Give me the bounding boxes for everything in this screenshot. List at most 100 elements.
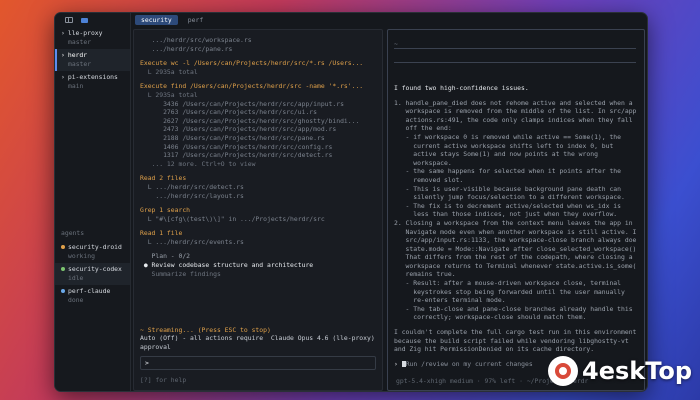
transcript-line: I couldn't complete the full cargo test … xyxy=(394,328,636,337)
workspace-chevron-icon: › xyxy=(61,73,65,82)
transcript-line: less than those indices, not just when t… xyxy=(394,210,618,219)
transcript-line: That differs from the rest of the codepa… xyxy=(394,253,633,262)
left-transcript: .../herdr/src/workspace.rs .../herdr/src… xyxy=(140,36,378,278)
transcript-line: L .../herdr/src/events.rs xyxy=(140,237,244,246)
transcript-line: Execute wc -l /Users/can/Projects/herdr/… xyxy=(140,59,364,68)
prompt-input[interactable]: > xyxy=(140,356,376,370)
transcript-line: workspace. xyxy=(394,158,452,167)
transcript-line: I found two high-confidence issues. xyxy=(394,84,529,92)
transcript-line: Plan - 0/2 xyxy=(140,252,191,261)
transcript-line: Grep 1 search xyxy=(140,206,191,215)
transcript-line: .../herdr/src/workspace.rs xyxy=(140,36,252,44)
workspace-name: pi-extensions xyxy=(67,73,118,82)
workspace-item-herdr[interactable]: › herdr master xyxy=(55,49,130,72)
right-pane-divider-2 xyxy=(394,62,636,63)
transcript-line: and Zig hit PermissionDenied on its cach… xyxy=(394,345,595,354)
transcript-line: - if workspace 0 is removed while active… xyxy=(394,132,622,141)
transcript-line: - the same happens for selected when it … xyxy=(394,167,622,176)
watermark-icon xyxy=(548,356,578,386)
tab-perf[interactable]: perf xyxy=(182,15,209,25)
transcript-line: - This is user-visible because backgroun… xyxy=(394,184,622,193)
codex-input-text: Run /review on my current changes xyxy=(405,360,533,368)
transcript-line: actions.rs:491, the code only clamps ind… xyxy=(394,115,633,124)
transcript-line: 2. Closing a workspace from the context … xyxy=(394,218,633,227)
agent-status: working xyxy=(68,251,95,260)
transcript-line: - The tab-close and pane-close branches … xyxy=(394,304,633,313)
app-window: › lle-proxy master › herdr master › pi-exte… xyxy=(54,12,648,392)
status-dot-icon xyxy=(61,245,65,249)
status-dot-icon xyxy=(61,289,65,294)
watermark-text: 4eskTop xyxy=(582,356,693,385)
transcript-line: Execute find /Users/can/Projects/herdr/s… xyxy=(140,82,364,91)
agents-heading: agents xyxy=(61,229,85,237)
folder-icon[interactable] xyxy=(81,17,88,23)
workspace-item-lle-proxy[interactable]: › lle-proxy master xyxy=(55,27,130,49)
workspace-branch: master xyxy=(68,37,92,46)
transcript-line: correctly; workspace-close should match … xyxy=(394,313,587,322)
agent-name: perf-claude xyxy=(68,287,111,296)
transcript-line: 3436 /Users/can/Projects/herdr/src/app/i… xyxy=(140,99,344,108)
transcript-line: - Result: after a mouse-driven workspace… xyxy=(394,279,622,288)
transcript-line: Read 1 file xyxy=(140,229,183,238)
transcript-line: workspace is removed from the middle of … xyxy=(394,107,636,116)
agent-item-perf-claude[interactable]: perf-claude done xyxy=(55,285,130,307)
workspace-item-pi-extensions[interactable]: › pi-extensions main xyxy=(55,71,130,93)
transcript-line: 2763 /Users/can/Projects/herdr/src/ui.rs xyxy=(140,108,317,117)
mode-status: Auto (Off) - all actions require Claude … xyxy=(140,334,378,351)
transcript-line: silently jump focus/selection to a diffe… xyxy=(394,193,625,202)
right-transcript: I found two high-confidence issues. 1. ha… xyxy=(394,84,636,354)
mode-line: Auto (Off) - all actions require Claude … xyxy=(140,334,378,342)
left-terminal-pane[interactable]: .../herdr/src/workspace.rs .../herdr/src… xyxy=(133,29,383,391)
transcript-line: L 2935a total xyxy=(140,67,198,76)
transcript-line: keystrokes stop being forwarded until th… xyxy=(394,287,625,296)
transcript-line: current active workspace shifts left to … xyxy=(394,141,614,150)
input-prompt-icon: › xyxy=(394,360,402,368)
agent-status: done xyxy=(68,295,84,304)
mode-line-2: approval xyxy=(140,342,171,351)
agent-item-security-codex[interactable]: security-codex idle xyxy=(55,263,130,286)
agent-status: idle xyxy=(68,273,84,282)
transcript-line: workspace returns to Terminal whenever s… xyxy=(394,261,636,270)
transcript-line: 1317 /Users/can/Projects/herdr/src/detec… xyxy=(140,151,333,160)
agent-item-security-droid[interactable]: security-droid working xyxy=(55,241,130,263)
watermark-logo: 4eskTop xyxy=(548,356,692,386)
tab-bar: security perf xyxy=(131,13,647,27)
workspace-branch: main xyxy=(68,81,84,90)
agent-name: security-droid xyxy=(68,243,122,251)
sidebar: › lle-proxy master › herdr master › pi-exte… xyxy=(55,13,131,391)
status-dot-icon xyxy=(61,267,65,272)
transcript-line: L 2935a total xyxy=(140,90,198,99)
prompt-caret: > xyxy=(145,359,149,367)
agent-name: security-codex xyxy=(68,265,122,274)
transcript-line: off the end: xyxy=(394,124,452,133)
transcript-line: 1406 /Users/can/Projects/herdr/src/confi… xyxy=(140,142,333,151)
transcript-line: Read 2 files xyxy=(140,174,187,183)
transcript-line: removed slot. xyxy=(394,175,464,184)
transcript-line: Summarize findings xyxy=(140,269,221,278)
transcript-line: 2188 /Users/can/Projects/herdr/src/pane.… xyxy=(140,133,325,142)
transcript-line: 1. handle_pane_died does not rehome acti… xyxy=(394,98,633,107)
transcript-line: .../herdr/src/pane.rs xyxy=(140,44,233,53)
right-terminal-pane[interactable]: ~ I found two high-confidence issues. 1. … xyxy=(387,29,645,391)
transcript-line: remains true. xyxy=(394,270,456,279)
transcript-line: src/app/input.rs:1133, the workspace-clo… xyxy=(394,236,636,245)
agents-list: security-droid working security-codex id… xyxy=(55,241,130,308)
transcript-line: L "#\[cfg\(test\)\]" in .../Projects/her… xyxy=(140,214,325,223)
transcript-line: Navigate mode even when another workspac… xyxy=(394,227,636,236)
transcript-line: - The fix is to decrement active/selecte… xyxy=(394,201,622,210)
tab-security[interactable]: security xyxy=(135,15,178,25)
transcript-line: ● Review codebase structure and architec… xyxy=(140,261,314,270)
transcript-line: state.mode = Mode::Navigate after close_… xyxy=(394,244,636,253)
workspace-name: herdr xyxy=(67,51,88,60)
transcript-line: L .../herdr/src/detect.rs xyxy=(140,182,244,191)
workspace-chevron-icon: › xyxy=(61,29,65,37)
transcript-line: because the build script failed while ve… xyxy=(394,336,629,345)
right-pane-divider xyxy=(394,48,636,49)
workspace-branch: master xyxy=(68,59,92,68)
sidebar-toolbar xyxy=(55,13,130,27)
sidebar-toggle-icon[interactable] xyxy=(65,17,73,23)
transcript-line: 2627 /Users/can/Projects/herdr/src/ghost… xyxy=(140,116,360,125)
transcript-line: ... 12 more. Ctrl+O to view xyxy=(140,159,256,168)
transcript-line: re-enters terminal mode. xyxy=(394,296,506,305)
workspace-name: lle-proxy xyxy=(67,29,103,37)
